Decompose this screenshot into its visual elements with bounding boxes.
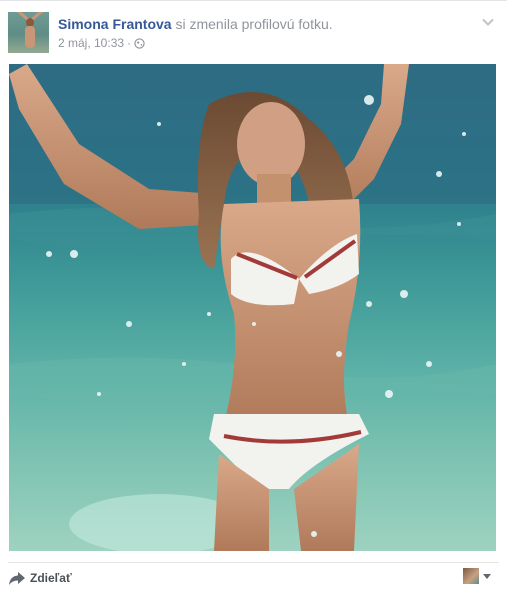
- meta-separator: ·: [127, 36, 132, 50]
- share-button[interactable]: Zdieľať: [9, 569, 72, 587]
- share-arrow-icon: [9, 571, 25, 585]
- feed-post: Simona Frantova si zmenila profilovú fot…: [0, 0, 507, 593]
- author-name-link[interactable]: Simona Frantova: [58, 16, 172, 32]
- globe-icon[interactable]: [134, 36, 145, 51]
- footer-divider: [8, 562, 499, 563]
- audience-selector[interactable]: [463, 568, 491, 584]
- post-action-text: si zmenila profilovú fotku.: [171, 16, 333, 32]
- post-timestamp[interactable]: 2 máj, 10:33: [58, 36, 124, 51]
- caret-down-icon: [483, 573, 491, 579]
- post-meta: 2 máj, 10:33 ·: [58, 36, 145, 51]
- author-avatar[interactable]: [8, 12, 49, 53]
- post-headline: Simona Frantova si zmenila profilovú fot…: [58, 16, 333, 33]
- share-label: Zdieľať: [30, 571, 72, 585]
- avatar: [463, 568, 479, 584]
- profile-photo[interactable]: [9, 64, 496, 551]
- chevron-down-icon[interactable]: [481, 14, 495, 26]
